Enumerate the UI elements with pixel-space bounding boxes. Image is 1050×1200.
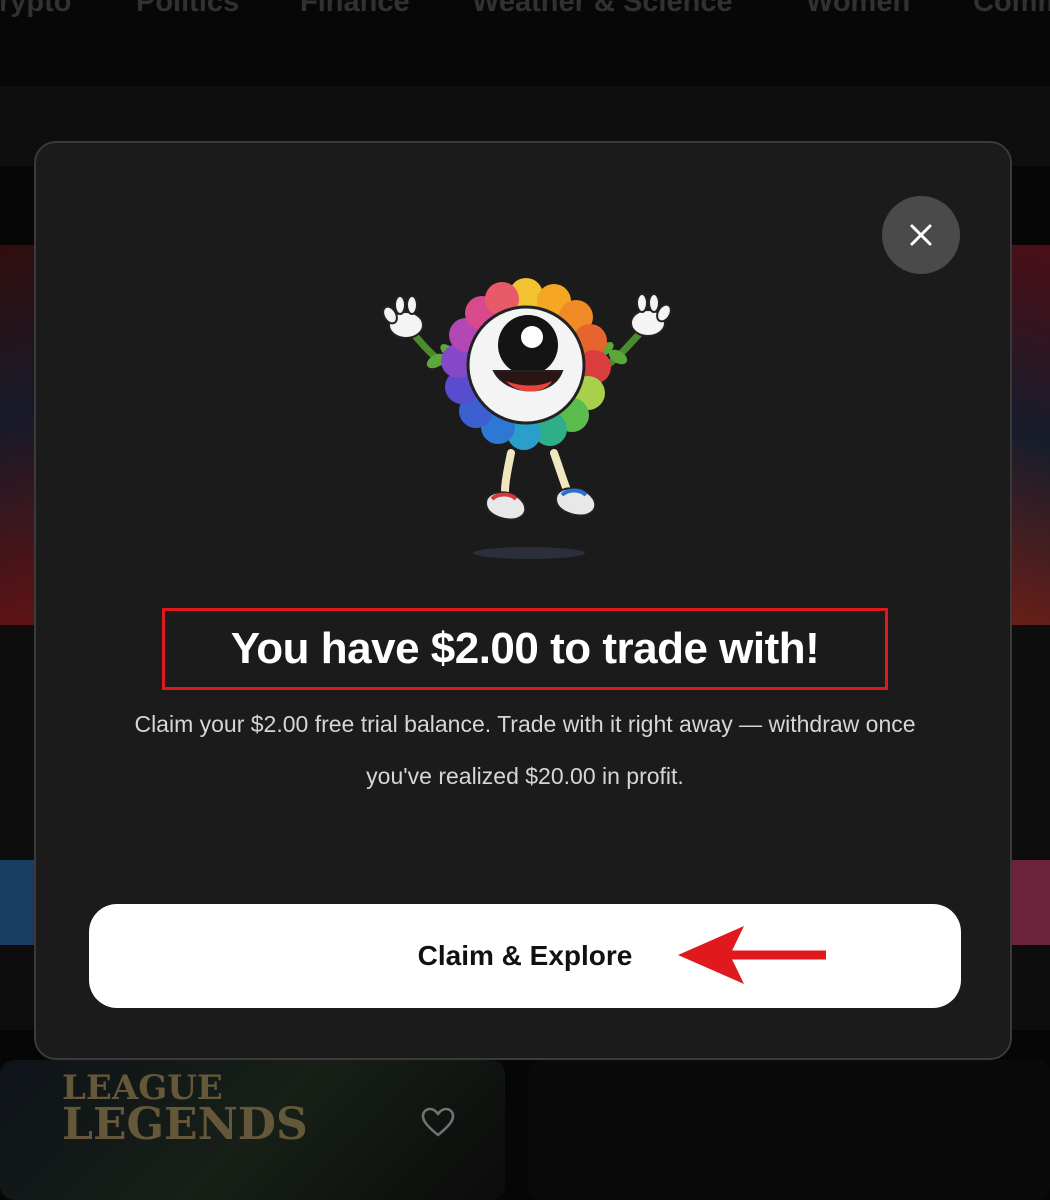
headline-annotation-box: You have $2.00 to trade with!: [162, 608, 888, 690]
modal-headline: You have $2.00 to trade with!: [230, 624, 820, 673]
rainbow-flower-mascot-illustration: [382, 278, 672, 559]
modal-description: Claim your $2.00 free trial balance. Tra…: [134, 711, 916, 789]
claim-explore-label: Claim & Explore: [417, 940, 633, 971]
free-trial-modal: You have $2.00 to trade with! Claim your…: [34, 141, 1012, 1060]
close-icon: [910, 224, 932, 246]
close-button[interactable]: [882, 196, 960, 274]
red-arrow-annotation-icon: [678, 926, 826, 984]
